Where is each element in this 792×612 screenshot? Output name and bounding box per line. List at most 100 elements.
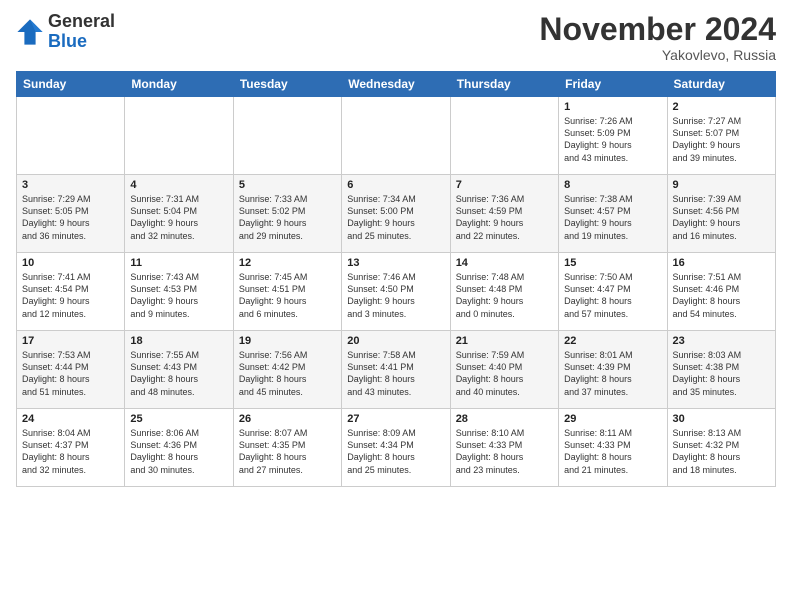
logo-text: General Blue: [48, 12, 115, 52]
day-info: Sunrise: 7:59 AM Sunset: 4:40 PM Dayligh…: [456, 349, 553, 398]
table-row: 21 Sunrise: 7:59 AM Sunset: 4:40 PM Dayli…: [450, 331, 558, 409]
table-row: 27 Sunrise: 8:09 AM Sunset: 4:34 PM Dayli…: [342, 409, 450, 487]
table-row: 23 Sunrise: 8:03 AM Sunset: 4:38 PM Dayli…: [667, 331, 775, 409]
table-row: 17Sunrise: 7:53 AM Sunset: 4:44 PM Dayli…: [17, 331, 125, 409]
table-row: [233, 97, 341, 175]
day-info: Sunrise: 7:36 AM Sunset: 4:59 PM Dayligh…: [456, 193, 553, 242]
day-info: Sunrise: 7:26 AM Sunset: 5:09 PM Dayligh…: [564, 115, 661, 164]
calendar-week-0: 1 Sunrise: 7:26 AM Sunset: 5:09 PM Daylig…: [17, 97, 776, 175]
table-row: 18 Sunrise: 7:55 AM Sunset: 4:43 PM Dayli…: [125, 331, 233, 409]
table-row: 20 Sunrise: 7:58 AM Sunset: 4:41 PM Dayli…: [342, 331, 450, 409]
day-info: Sunrise: 7:55 AM Sunset: 4:43 PM Dayligh…: [130, 349, 227, 398]
day-info: Sunrise: 7:58 AM Sunset: 4:41 PM Dayligh…: [347, 349, 444, 398]
table-row: 25 Sunrise: 8:06 AM Sunset: 4:36 PM Dayli…: [125, 409, 233, 487]
day-number: 12: [239, 257, 336, 269]
table-row: 2 Sunrise: 7:27 AM Sunset: 5:07 PM Daylig…: [667, 97, 775, 175]
day-number: 15: [564, 257, 661, 269]
table-row: 26 Sunrise: 8:07 AM Sunset: 4:35 PM Dayli…: [233, 409, 341, 487]
table-row: 8 Sunrise: 7:38 AM Sunset: 4:57 PM Daylig…: [559, 175, 667, 253]
day-info: Sunrise: 7:53 AM Sunset: 4:44 PM Dayligh…: [22, 349, 119, 398]
day-number: 27: [347, 413, 444, 425]
calendar-week-4: 24 Sunrise: 8:04 AM Sunset: 4:37 PM Dayli…: [17, 409, 776, 487]
day-info: Sunrise: 7:41 AM Sunset: 4:54 PM Dayligh…: [22, 271, 119, 320]
day-number: 26: [239, 413, 336, 425]
day-number: 2: [673, 101, 770, 113]
table-row: 12 Sunrise: 7:45 AM Sunset: 4:51 PM Dayli…: [233, 253, 341, 331]
day-info: Sunrise: 7:31 AM Sunset: 5:04 PM Dayligh…: [130, 193, 227, 242]
day-info: Sunrise: 7:34 AM Sunset: 5:00 PM Dayligh…: [347, 193, 444, 242]
table-row: 10Sunrise: 7:41 AM Sunset: 4:54 PM Dayli…: [17, 253, 125, 331]
day-info: Sunrise: 8:01 AM Sunset: 4:39 PM Dayligh…: [564, 349, 661, 398]
calendar-week-1: 3 Sunrise: 7:29 AM Sunset: 5:05 PM Daylig…: [17, 175, 776, 253]
day-number: 8: [564, 179, 661, 191]
day-number: 4: [130, 179, 227, 191]
day-info: Sunrise: 8:04 AM Sunset: 4:37 PM Dayligh…: [22, 427, 119, 476]
logo-icon: [16, 18, 44, 46]
header-saturday: Saturday: [667, 72, 775, 97]
page: General Blue November 2024 Yakovlevo, Ru…: [0, 0, 792, 612]
table-row: [450, 97, 558, 175]
day-info: Sunrise: 7:33 AM Sunset: 5:02 PM Dayligh…: [239, 193, 336, 242]
day-number: 20: [347, 335, 444, 347]
table-row: 19 Sunrise: 7:56 AM Sunset: 4:42 PM Dayli…: [233, 331, 341, 409]
calendar-week-3: 17Sunrise: 7:53 AM Sunset: 4:44 PM Dayli…: [17, 331, 776, 409]
day-info: Sunrise: 7:27 AM Sunset: 5:07 PM Dayligh…: [673, 115, 770, 164]
day-number: 5: [239, 179, 336, 191]
day-number: 1: [564, 101, 661, 113]
day-info: Sunrise: 7:46 AM Sunset: 4:50 PM Dayligh…: [347, 271, 444, 320]
header-sunday: Sunday: [17, 72, 125, 97]
table-row: 11 Sunrise: 7:43 AM Sunset: 4:53 PM Dayli…: [125, 253, 233, 331]
location: Yakovlevo, Russia: [539, 47, 776, 63]
day-info: Sunrise: 8:09 AM Sunset: 4:34 PM Dayligh…: [347, 427, 444, 476]
table-row: 30 Sunrise: 8:13 AM Sunset: 4:32 PM Dayli…: [667, 409, 775, 487]
day-info: Sunrise: 7:39 AM Sunset: 4:56 PM Dayligh…: [673, 193, 770, 242]
day-info: Sunrise: 7:45 AM Sunset: 4:51 PM Dayligh…: [239, 271, 336, 320]
day-number: 9: [673, 179, 770, 191]
day-number: 23: [673, 335, 770, 347]
day-number: 14: [456, 257, 553, 269]
day-number: 21: [456, 335, 553, 347]
day-info: Sunrise: 8:10 AM Sunset: 4:33 PM Dayligh…: [456, 427, 553, 476]
day-number: 11: [130, 257, 227, 269]
table-row: [125, 97, 233, 175]
day-number: 30: [673, 413, 770, 425]
header-thursday: Thursday: [450, 72, 558, 97]
day-info: Sunrise: 8:07 AM Sunset: 4:35 PM Dayligh…: [239, 427, 336, 476]
day-number: 7: [456, 179, 553, 191]
header-friday: Friday: [559, 72, 667, 97]
day-info: Sunrise: 8:03 AM Sunset: 4:38 PM Dayligh…: [673, 349, 770, 398]
day-info: Sunrise: 7:29 AM Sunset: 5:05 PM Dayligh…: [22, 193, 119, 242]
calendar-header-row: Sunday Monday Tuesday Wednesday Thursday…: [17, 72, 776, 97]
table-row: 29Sunrise: 8:11 AM Sunset: 4:33 PM Dayli…: [559, 409, 667, 487]
day-info: Sunrise: 7:50 AM Sunset: 4:47 PM Dayligh…: [564, 271, 661, 320]
header-monday: Monday: [125, 72, 233, 97]
day-number: 24: [22, 413, 119, 425]
day-info: Sunrise: 7:38 AM Sunset: 4:57 PM Dayligh…: [564, 193, 661, 242]
table-row: 13 Sunrise: 7:46 AM Sunset: 4:50 PM Dayli…: [342, 253, 450, 331]
calendar-week-2: 10Sunrise: 7:41 AM Sunset: 4:54 PM Dayli…: [17, 253, 776, 331]
day-number: 22: [564, 335, 661, 347]
day-info: Sunrise: 7:51 AM Sunset: 4:46 PM Dayligh…: [673, 271, 770, 320]
day-number: 3: [22, 179, 119, 191]
day-number: 19: [239, 335, 336, 347]
header-wednesday: Wednesday: [342, 72, 450, 97]
table-row: 14Sunrise: 7:48 AM Sunset: 4:48 PM Dayli…: [450, 253, 558, 331]
table-row: 4 Sunrise: 7:31 AM Sunset: 5:04 PM Daylig…: [125, 175, 233, 253]
day-info: Sunrise: 7:56 AM Sunset: 4:42 PM Dayligh…: [239, 349, 336, 398]
day-number: 25: [130, 413, 227, 425]
table-row: [17, 97, 125, 175]
day-number: 6: [347, 179, 444, 191]
calendar: Sunday Monday Tuesday Wednesday Thursday…: [16, 71, 776, 487]
table-row: 24 Sunrise: 8:04 AM Sunset: 4:37 PM Dayli…: [17, 409, 125, 487]
day-info: Sunrise: 8:13 AM Sunset: 4:32 PM Dayligh…: [673, 427, 770, 476]
title-block: November 2024 Yakovlevo, Russia: [539, 12, 776, 63]
day-number: 28: [456, 413, 553, 425]
day-info: Sunrise: 7:43 AM Sunset: 4:53 PM Dayligh…: [130, 271, 227, 320]
day-number: 13: [347, 257, 444, 269]
day-number: 18: [130, 335, 227, 347]
table-row: [342, 97, 450, 175]
month-title: November 2024: [539, 12, 776, 47]
table-row: 22 Sunrise: 8:01 AM Sunset: 4:39 PM Dayli…: [559, 331, 667, 409]
day-info: Sunrise: 8:11 AM Sunset: 4:33 PM Dayligh…: [564, 427, 661, 476]
day-info: Sunrise: 8:06 AM Sunset: 4:36 PM Dayligh…: [130, 427, 227, 476]
